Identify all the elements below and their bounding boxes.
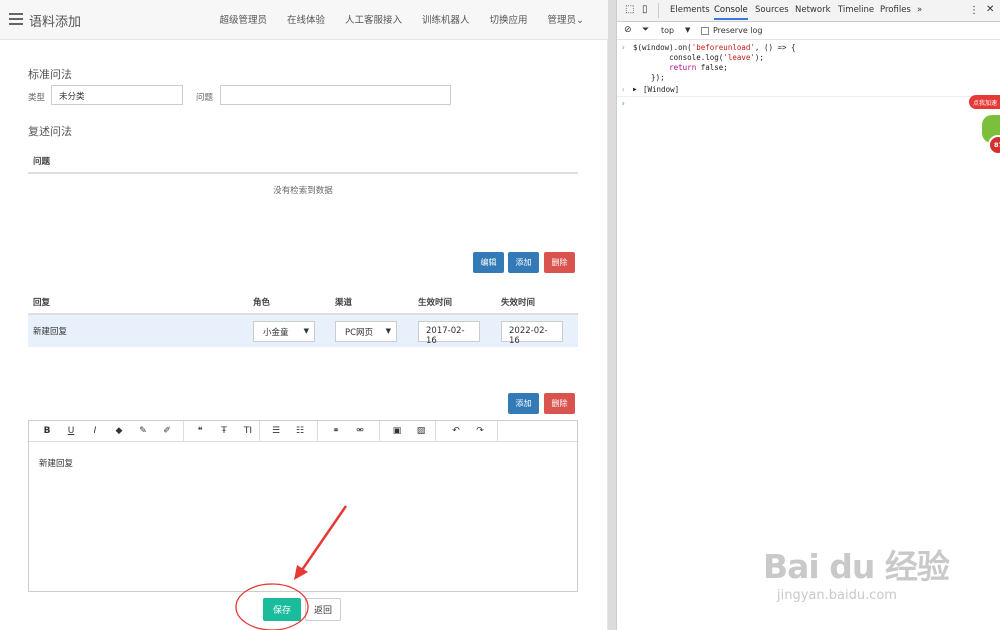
screenshot-root: { "app":{ "title":"语料添加", "nav":["超级管理员"… [0, 0, 1000, 630]
watermark-brand: Bai du 经验 [763, 547, 950, 586]
arrow-line [300, 505, 348, 571]
more-tabs-icon[interactable]: » [917, 5, 922, 15]
annotation-overlay [235, 505, 348, 630]
devtools-panel: ⬚ ▯ Elements Console Sources Network Tim… [616, 0, 1000, 630]
preserve-log-label: Preserve log [713, 26, 763, 35]
divider [617, 96, 1000, 97]
result-arrow-icon: ‹ [621, 85, 626, 94]
filter-icon[interactable]: ⏷ [642, 25, 649, 35]
console-toolbar: ⊘ ⏷ top ▼ Preserve log [617, 22, 1000, 40]
console-code-line: }); [633, 73, 665, 82]
watermark-url: jingyan.baidu.com [777, 588, 897, 603]
divider [658, 3, 659, 18]
prompt-chevron-icon: › [621, 43, 626, 52]
tab-network[interactable]: Network [795, 5, 831, 15]
speed-counter: 87 [988, 135, 1000, 155]
tab-sources[interactable]: Sources [755, 5, 789, 15]
console-result[interactable]: [Window] [643, 85, 679, 95]
app-panel: 语料添加 超级管理员 在线体验 人工客服接入 训练机器人 切换应用 管理员⌄ 标… [0, 0, 608, 630]
caret-down-icon: ▼ [685, 26, 691, 34]
device-icon[interactable]: ▯ [642, 4, 648, 15]
panel-splitter[interactable] [608, 0, 616, 630]
console-code-line: $(window).on('beforeunload', () => { [633, 43, 796, 52]
close-icon[interactable]: ✕ [986, 4, 994, 15]
expand-triangle-icon[interactable]: ▶ [633, 85, 637, 95]
speedup-badge[interactable]: 点我加速 [969, 95, 1000, 109]
kebab-menu-icon[interactable]: ⋮ [969, 5, 979, 16]
arrow-head-icon [294, 565, 308, 580]
tab-profiles[interactable]: Profiles [880, 5, 911, 15]
console-code-line: console.log('leave'); [633, 53, 764, 62]
tab-timeline[interactable]: Timeline [838, 5, 874, 15]
highlight-circle [235, 583, 309, 630]
clear-console-icon[interactable]: ⊘ [624, 25, 632, 35]
tab-elements[interactable]: Elements [670, 5, 710, 15]
inspect-icon[interactable]: ⬚ [625, 4, 634, 15]
devtools-tabbar: ⬚ ▯ Elements Console Sources Network Tim… [617, 0, 1000, 22]
tab-console[interactable]: Console [714, 5, 748, 20]
console-code-line: return false; [669, 63, 728, 72]
context-select[interactable]: top [661, 26, 674, 35]
context-value: top [661, 26, 675, 35]
preserve-log-checkbox[interactable] [701, 27, 709, 35]
prompt-chevron-icon[interactable]: › [621, 99, 626, 109]
